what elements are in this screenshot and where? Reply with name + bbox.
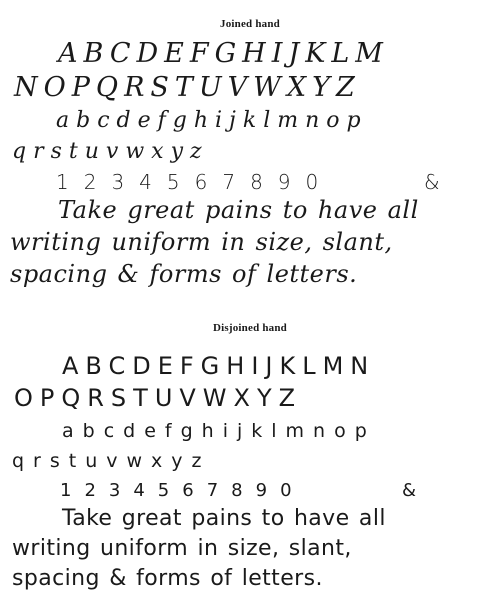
joined-sentence-line-2: writing uniform in size, slant,	[10, 228, 393, 256]
joined-sentence-line-3: spacing & forms of letters.	[10, 260, 358, 288]
disjoined-sentence-line-2: writing uniform in size, slant,	[12, 536, 352, 561]
disjoined-lower-line-2: qrstuvwxyz	[12, 450, 211, 472]
disjoined-caps-line-1: ABCDEFGHIJKLMN	[62, 352, 376, 380]
joined-hand-title: Joined hand	[220, 18, 280, 30]
disjoined-caps-line-2: OPQRSTUVWXYZ	[14, 384, 303, 412]
disjoined-sentence-line-1: Take great pains to have all	[62, 506, 386, 531]
joined-caps-line-2: NOPQRSTUVWXYZ	[14, 72, 361, 103]
disjoined-hand-title: Disjoined hand	[212, 322, 288, 334]
joined-lower-line-2: qrstuvwxyz	[12, 139, 209, 164]
joined-ampersand: &	[424, 170, 455, 194]
joined-numbers: 1234567890	[56, 170, 334, 194]
disjoined-lower-line-1: abcdefghijklmnop	[62, 420, 376, 442]
disjoined-numbers: 1234567890	[60, 480, 305, 501]
joined-sentence-line-1: Take great pains to have all	[58, 196, 419, 224]
disjoined-ampersand: &	[402, 480, 430, 501]
joined-caps-line-1: ABCDEFGHIJKLM	[58, 38, 389, 69]
disjoined-sentence-line-3: spacing & forms of letters.	[12, 566, 323, 591]
handwriting-specimen-page: Joined hand ABCDEFGHIJKLM NOPQRSTUVWXYZ …	[0, 0, 500, 600]
joined-lower-line-1: abcdefghijklmnop	[56, 108, 368, 133]
